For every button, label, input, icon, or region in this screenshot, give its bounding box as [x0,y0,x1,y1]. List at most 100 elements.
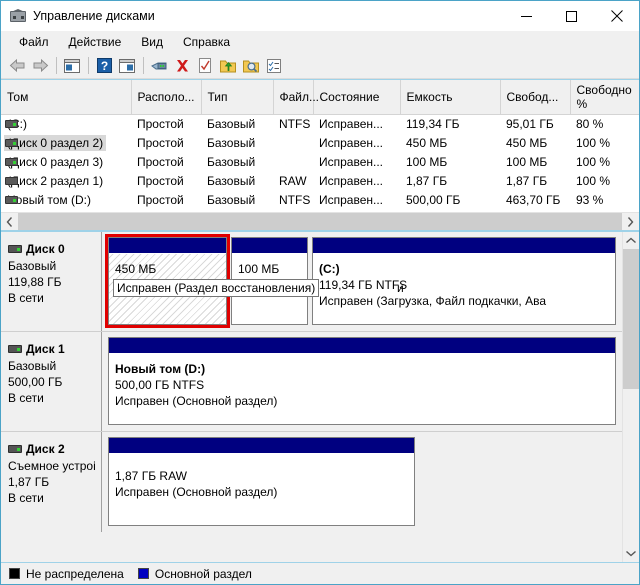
horizontal-scroll-track[interactable] [18,213,622,230]
volume-free-cell: 463,70 ГБ [506,193,561,207]
disk-info-panel[interactable]: Диск 0 Базовый 119,88 ГБ В сети [1,232,102,331]
horizontal-scroll-thumb[interactable] [18,213,622,230]
volume-capacity-cell: 500,00 ГБ [406,193,461,207]
disk-icon [8,245,22,253]
forward-arrow-icon[interactable] [29,55,51,77]
volume-list-horizontal-scrollbar[interactable] [1,212,639,230]
volume-name-cell[interactable]: (Диск 2 раздел 1) [1,172,131,191]
volume-name-cell[interactable]: Новый том (D:) [1,191,131,210]
properties-check-icon[interactable] [194,55,216,77]
disk-info-panel[interactable]: Диск 1 Базовый 500,00 ГБ В сети [1,332,102,431]
window-title: Управление дисками [33,9,155,23]
partition-body: (C:) 119,34 ГБ NTFS Исправен (Загрузка, … [313,254,615,324]
table-row[interactable]: (C:) Простой Базовый NTFS Исправен... 11… [1,115,639,134]
column-header-filesystem[interactable]: Файл... [273,80,319,115]
graphical-view-vertical-scrollbar[interactable] [622,232,639,562]
toolbar-separator [143,57,144,74]
properties-icon[interactable] [263,55,285,77]
partition-label: Новый том (D:) [115,362,206,376]
scroll-right-arrow-icon[interactable] [622,213,639,230]
disk-row[interactable]: Диск 2 Съемное устроі 1,87 ГБ В сети 1,8… [1,432,622,532]
disk-row[interactable]: Диск 1 Базовый 500,00 ГБ В сети Новый то… [1,332,622,432]
volume-name-cell[interactable]: (Диск 0 раздел 3) [1,153,131,172]
disk-type-label: Съемное устроі [8,459,96,473]
partition-status: Исправен (Основной раздел) [115,394,278,408]
partition-status: Исправен (Загрузка, Файл подкачки, Ава [319,294,546,308]
table-row[interactable]: (Диск 0 раздел 2) Простой Базовый Исправ… [1,134,639,153]
column-header-freepercent[interactable]: Свободно % [570,80,639,115]
column-header-capacity[interactable]: Емкость [400,80,501,115]
menu-item-help[interactable]: Справка [173,33,240,51]
partition-size: 450 МБ [115,262,157,276]
volume-status-cell: Исправен... [319,174,384,188]
menu-item-action[interactable]: Действие [59,33,132,51]
disk-row[interactable]: Диск 0 Базовый 119,88 ГБ В сети 450 МБ 1… [1,232,622,332]
partition-size: 500,00 ГБ NTFS [115,378,205,392]
partition-raw[interactable]: 1,87 ГБ RAW Исправен (Основной раздел) [108,437,415,526]
partition-d-drive[interactable]: Новый том (D:) 500,00 ГБ NTFS Исправен (… [108,337,616,425]
window-controls [504,1,639,31]
help-icon[interactable]: ? [93,55,115,77]
legend-label-unallocated: Не распределена [26,566,124,581]
column-header-volume[interactable]: Том [1,80,132,115]
partition-color-bar [232,238,307,254]
graphical-view-pane: Диск 0 Базовый 119,88 ГБ В сети 450 МБ 1… [1,231,639,562]
disk-title-label: Диск 2 [26,442,65,456]
vertical-scroll-track[interactable] [623,249,639,545]
close-button[interactable] [594,1,639,31]
folder-up-icon[interactable] [217,55,239,77]
disk-partitions: 1,87 ГБ RAW Исправен (Основной раздел) [102,432,622,532]
disk-icon [8,445,22,453]
delete-icon[interactable] [171,55,193,77]
menu-item-view[interactable]: Вид [131,33,173,51]
legend-label-primary: Основной раздел [154,566,252,581]
disk-partitions: Новый том (D:) 500,00 ГБ NTFS Исправен (… [102,332,622,431]
vertical-scroll-thumb[interactable] [623,249,639,389]
volume-capacity-cell: 450 МБ [406,136,448,150]
volume-status-cell: Исправен... [319,136,384,150]
volume-type-cell: Базовый [207,117,256,132]
volume-name-label: (Диск 0 раздел 3) [7,155,104,169]
partition-c-drive[interactable]: (C:) 119,34 ГБ NTFS Исправен (Загрузка, … [312,237,616,325]
volume-type-cell: Базовый [207,155,256,169]
partition-status-partial: и [397,281,404,295]
legend-item-primary: Основной раздел [137,566,252,581]
disk-info-panel[interactable]: Диск 2 Съемное устроі 1,87 ГБ В сети [1,432,102,532]
toolbar-separator [88,57,89,74]
table-row[interactable]: (Диск 0 раздел 3) Простой Базовый Исправ… [1,153,639,172]
disk-capacity-label: 119,88 ГБ [8,275,62,289]
partition-status: Исправен (Основной раздел) [115,485,278,499]
table-row[interactable]: Новый том (D:) Простой Базовый NTFS Испр… [1,191,639,210]
maximize-button[interactable] [549,1,594,31]
volume-free-cell: 1,87 ГБ [506,174,548,188]
partition-body: 1,87 ГБ RAW Исправен (Основной раздел) [109,454,414,525]
volume-name-label: (Диск 0 раздел 2) [4,135,107,151]
volume-name-cell[interactable]: (Диск 0 раздел 2) [1,134,131,153]
volume-table-header-row: Том Располо... Тип Файл... Состояние Емк… [1,80,639,115]
column-header-status[interactable]: Состояние [313,80,401,115]
volume-freepct-cell: 100 % [576,155,611,169]
partition-body: Новый том (D:) 500,00 ГБ NTFS Исправен (… [109,354,615,424]
volume-name-label: Новый том (D:) [7,193,91,207]
column-header-layout[interactable]: Располо... [131,80,202,115]
disk-status-label: В сети [8,291,44,305]
volume-name-cell[interactable]: (C:) [1,115,131,134]
back-arrow-icon[interactable] [6,55,28,77]
scroll-left-arrow-icon[interactable] [1,213,18,230]
show-console-tree-icon[interactable] [61,55,83,77]
graphical-view-content: Диск 0 Базовый 119,88 ГБ В сети 450 МБ 1… [1,232,622,562]
scroll-up-arrow-icon[interactable] [623,232,639,249]
show-action-pane-icon[interactable] [116,55,138,77]
column-header-freespace[interactable]: Свобод... [500,80,571,115]
partition-tooltip: Исправен (Раздел восстановления) [113,279,320,297]
folder-search-icon[interactable] [240,55,262,77]
minimize-button[interactable] [504,1,549,31]
column-header-type[interactable]: Тип [201,80,274,115]
disk-icon[interactable] [148,55,170,77]
volume-disk-icon [5,195,18,204]
table-row[interactable]: (Диск 2 раздел 1) Простой Базовый RAW Ис… [1,172,639,191]
menu-item-file[interactable]: Файл [9,33,59,51]
disk-icon [8,345,22,353]
scroll-down-arrow-icon[interactable] [623,545,639,562]
partition-size: 1,87 ГБ RAW [115,469,187,483]
